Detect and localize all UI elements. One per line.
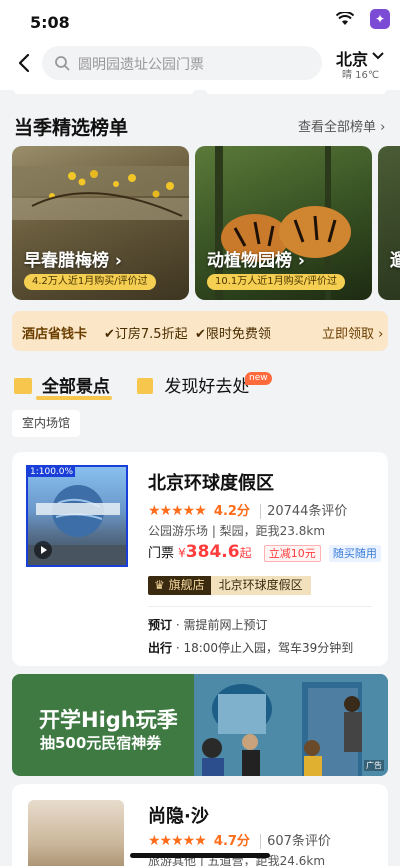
bookmark-icon <box>137 378 153 394</box>
banner-headline: 开学High玩季 <box>39 708 178 732</box>
ranking-card-plum[interactable]: 早春腊梅榜 › 4.2万人近1月购买/评价过 <box>12 146 189 300</box>
promo-banner[interactable]: 开学High玩季 抽500元民宿神券 广告 <box>12 674 388 776</box>
flagship-store-badge[interactable]: ♛ 旗舰店 北京环球度假区 <box>148 576 311 595</box>
price-suffix: 起 <box>239 546 252 560</box>
back-arrow-icon[interactable] <box>14 52 36 74</box>
attraction-thumbnail[interactable] <box>28 800 124 866</box>
tab-discover-label: 发现好去处 <box>164 377 250 397</box>
rating-score: 4.2分 <box>213 504 250 519</box>
attraction-card-universal[interactable]: 1:100.0% 北京环球度假区 ★★★★★ 4.2分 20744条评价 公园游… <box>12 452 388 666</box>
status-bar: 5:08 ✦ <box>0 0 400 44</box>
search-header: 圆明园遗址公园门票 北京 晴 16℃ <box>0 44 400 90</box>
promo-benefit-free: ✔限时免费领 <box>195 327 271 342</box>
currency-symbol: ¥ <box>178 546 186 560</box>
home-indicator <box>130 853 270 858</box>
tab-discover[interactable]: 发现好去处 <box>137 372 249 397</box>
new-badge: new <box>245 372 272 385</box>
ranking-title: 当季精选榜单 <box>14 117 129 139</box>
weather-text: 晴 16℃ <box>342 70 380 81</box>
play-video-icon[interactable] <box>34 541 52 559</box>
ranking-card-partial[interactable]: 遛 <box>378 146 400 300</box>
attraction-rating: ★★★★★ 4.2分 20744条评价 <box>148 500 348 519</box>
attraction-title: 尚隐·沙 <box>148 806 209 827</box>
rating-score: 4.7分 <box>213 834 250 849</box>
price-label: 门票 <box>148 546 175 561</box>
booking-label: 预订 <box>148 618 173 632</box>
tab-all-label: 全部景点 <box>41 377 110 397</box>
price-row: 门票 ¥384.6起 立减10元 随买随用 <box>148 542 381 562</box>
crown-icon: ♛ <box>154 578 169 592</box>
attraction-meta: 公园游乐场 | 梨园，距我23.8km <box>148 524 326 538</box>
ranking-card-badge: 4.2万人近1月购买/评价过 <box>24 274 156 290</box>
search-icon <box>55 56 70 71</box>
wifi-icon <box>336 12 354 25</box>
filter-chip-indoor[interactable]: 室内场馆 <box>12 410 81 437</box>
divider <box>148 606 372 607</box>
trip-label: 出行 <box>148 641 173 655</box>
crown-icon <box>14 378 32 394</box>
ranking-card-name: 遛 <box>390 251 400 271</box>
promo-title: 酒店省钱卡 <box>22 327 88 342</box>
trip-info: 出行 · 18:00停止入园，驾车39分钟到 <box>148 639 353 656</box>
status-time: 5:08 <box>30 13 70 32</box>
trip-value: · 18:00停止入园，驾车39分钟到 <box>172 641 354 655</box>
ranking-card-badge: 10.1万人近1月购买/评价过 <box>207 274 345 290</box>
ranking-card-name: 早春腊梅榜 › <box>24 251 122 271</box>
instant-use-tag: 随买随用 <box>328 545 381 562</box>
review-count: 20744条评价 <box>260 504 348 519</box>
booking-value: · 需提前网上预订 <box>172 618 268 632</box>
search-placeholder: 圆明园遗址公园门票 <box>78 57 204 73</box>
star-rating-icon: ★★★★★ <box>148 503 207 519</box>
view-all-rankings-link[interactable]: 查看全部榜单 › <box>298 116 385 135</box>
flagship-store-name: 北京环球度假区 <box>210 576 311 595</box>
flagship-label: 旗舰店 <box>168 578 205 592</box>
booking-info: 预订 · 需提前网上预订 <box>148 616 267 633</box>
price-value: 384.6 <box>185 542 240 562</box>
app-switch-icon[interactable]: ✦ <box>370 9 390 29</box>
chevron-down-icon <box>372 52 384 60</box>
active-tab-underline <box>36 396 112 400</box>
previous-content-edge <box>0 90 400 98</box>
attraction-rating: ★★★★★ 4.7分 607条评价 <box>148 830 331 849</box>
banner-subtitle: 抽500元民宿神券 <box>40 734 162 752</box>
promo-benefit-discount: ✔订房7.5折起 <box>104 327 188 342</box>
attraction-title: 北京环球度假区 <box>148 473 274 494</box>
ranking-card-zoo[interactable]: 动植物园榜 › 10.1万人近1月购买/评价过 <box>195 146 372 300</box>
search-input[interactable]: 圆明园遗址公园门票 <box>42 46 322 80</box>
attraction-thumbnail[interactable]: 1:100.0% <box>26 465 128 567</box>
tab-all-attractions[interactable]: 全部景点 <box>14 372 112 400</box>
star-rating-icon: ★★★★★ <box>148 833 207 849</box>
claim-now-button[interactable]: 立即领取 › <box>322 323 383 342</box>
hotel-savings-card[interactable]: 酒店省钱卡 ✔订房7.5折起 ✔限时免费领 立即领取 › <box>12 311 388 351</box>
ad-label: 广告 <box>364 760 384 771</box>
ranking-card-name: 动植物园榜 › <box>207 251 305 271</box>
review-count: 607条评价 <box>260 834 331 849</box>
discount-tag: 立减10元 <box>263 545 321 562</box>
